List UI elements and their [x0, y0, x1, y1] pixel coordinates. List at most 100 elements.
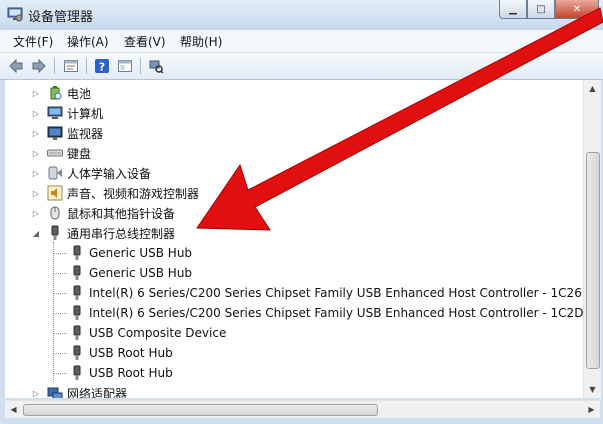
usb-device-label: Generic USB Hub — [89, 266, 193, 280]
scroll-right-arrow-icon[interactable]: ▶ — [583, 401, 600, 418]
back-icon — [9, 58, 23, 74]
scan-hardware-icon — [149, 60, 164, 74]
usb-device-icon — [73, 305, 81, 320]
forward-button[interactable] — [29, 56, 49, 76]
usb-device-item[interactable]: Generic USB Hub — [69, 263, 192, 283]
tree-connector — [53, 293, 67, 294]
tree-connector — [53, 353, 67, 354]
expand-arrow-icon[interactable]: ▷ — [31, 163, 41, 183]
menu-view[interactable]: 查看(V) — [124, 33, 166, 50]
menu-action[interactable]: 操作(A) — [67, 33, 109, 50]
tree-item-network-adapters[interactable]: ▷ 网络适配器 — [31, 383, 127, 398]
expand-arrow-icon[interactable]: ▷ — [31, 203, 41, 223]
maximize-button[interactable]: □ — [527, 0, 555, 19]
scroll-left-arrow-icon[interactable]: ◀ — [5, 401, 22, 418]
help-button[interactable]: ? — [92, 56, 112, 76]
scroll-down-arrow-icon[interactable]: ▼ — [584, 381, 601, 398]
tree-item-sound[interactable]: ▷ 声音、视频和游戏控制器 — [31, 183, 199, 203]
mouse-icon — [50, 206, 60, 220]
tree-item-label: 人体学输入设备 — [67, 166, 152, 181]
properties-icon — [64, 60, 78, 72]
expand-arrow-icon[interactable]: ▷ — [31, 123, 41, 143]
tree-item-label: 电池 — [67, 86, 92, 101]
menu-help[interactable]: 帮助(H) — [180, 33, 222, 50]
toolbar-separator — [140, 58, 141, 74]
network-adapter-icon — [47, 387, 63, 398]
tree-item-usb-controllers[interactable]: ◢ 通用串行总线控制器 — [31, 223, 175, 243]
tree-connector — [53, 333, 67, 334]
minimize-button[interactable]: ▁ — [499, 0, 527, 19]
usb-device-label: Intel(R) 6 Series/C200 Series Chipset Fa… — [89, 306, 583, 320]
usb-icon — [51, 225, 59, 240]
usb-device-icon — [73, 265, 81, 280]
tree-item-keyboard[interactable]: ▷ 键盘 — [31, 143, 91, 163]
scan-hardware-button[interactable] — [146, 56, 166, 76]
minimize-icon: ▁ — [509, 3, 517, 15]
expand-arrow-icon[interactable]: ▷ — [31, 103, 41, 123]
tree-item-label: 键盘 — [67, 146, 92, 161]
tree-item-monitor[interactable]: ▷ 监视器 — [31, 123, 103, 143]
maximize-icon: □ — [536, 3, 546, 15]
device-manager-window: 设备管理器 ▁ □ ✕ 文件(F) 操作(A) 查看(V) 帮助(H) ? ▷ … — [0, 0, 603, 424]
tree-item-battery[interactable]: ▷ 电池 — [31, 83, 91, 103]
computer-icon — [47, 106, 63, 119]
tree-item-label: 通用串行总线控制器 — [67, 226, 176, 241]
toolbar-separator — [54, 58, 55, 74]
usb-device-item[interactable]: Generic USB Hub — [69, 243, 192, 263]
monitor-icon — [47, 126, 63, 140]
keyboard-icon — [47, 149, 63, 157]
expand-arrow-icon[interactable]: ▷ — [31, 143, 41, 163]
device-tree: ▷ 电池 ▷ 计算机 ▷ 监视器 ▷ 键盘 ▷ 人体学输入设备 ▷ 声音、视频和… — [5, 80, 583, 398]
usb-device-label: Intel(R) 6 Series/C200 Series Chipset Fa… — [89, 286, 582, 300]
usb-device-icon — [73, 365, 81, 380]
horizontal-scrollbar[interactable]: ◀ ▶ — [5, 400, 600, 418]
menu-file[interactable]: 文件(F) — [13, 33, 53, 50]
details-button[interactable] — [115, 56, 135, 76]
usb-device-item[interactable]: USB Composite Device — [69, 323, 226, 343]
usb-device-icon — [73, 325, 81, 340]
usb-device-label: USB Composite Device — [89, 326, 227, 340]
usb-device-item[interactable]: Intel(R) 6 Series/C200 Series Chipset Fa… — [69, 303, 583, 323]
tree-connector — [53, 242, 54, 382]
caption-buttons: ▁ □ ✕ — [499, 0, 599, 19]
details-icon — [118, 60, 132, 72]
tree-connector — [53, 253, 67, 254]
usb-device-label: Generic USB Hub — [89, 246, 193, 260]
sound-icon — [47, 185, 63, 201]
tree-item-label: 网络适配器 — [67, 386, 128, 399]
scroll-up-arrow-icon[interactable]: ▲ — [584, 80, 601, 97]
collapse-arrow-icon[interactable]: ◢ — [31, 223, 41, 243]
title-bar[interactable]: 设备管理器 ▁ □ ✕ — [0, 0, 603, 30]
tree-item-label: 监视器 — [67, 126, 104, 141]
tree-item-hid[interactable]: ▷ 人体学输入设备 — [31, 163, 151, 183]
usb-device-label: USB Root Hub — [89, 366, 173, 380]
tree-connector — [53, 273, 67, 274]
vertical-scrollbar[interactable]: ▲ ▼ — [583, 80, 601, 398]
close-icon: ✕ — [572, 3, 582, 15]
horizontal-scroll-thumb[interactable] — [23, 404, 378, 416]
battery-icon — [50, 86, 62, 100]
usb-device-item[interactable]: Intel(R) 6 Series/C200 Series Chipset Fa… — [69, 283, 582, 303]
tree-connector — [53, 373, 67, 374]
device-manager-app-icon — [7, 7, 23, 22]
menu-bar: 文件(F) 操作(A) 查看(V) 帮助(H) — [0, 30, 603, 53]
properties-button[interactable] — [61, 56, 81, 76]
usb-device-item[interactable]: USB Root Hub — [69, 343, 173, 363]
tree-item-computer[interactable]: ▷ 计算机 — [31, 103, 103, 123]
help-icon: ? — [95, 59, 109, 74]
back-button[interactable] — [6, 56, 26, 76]
tree-connector — [53, 313, 67, 314]
close-button[interactable]: ✕ — [555, 0, 599, 19]
tree-item-mouse[interactable]: ▷ 鼠标和其他指针设备 — [31, 203, 175, 223]
forward-icon — [32, 58, 46, 74]
expand-arrow-icon[interactable]: ▷ — [31, 183, 41, 203]
expand-arrow-icon[interactable]: ▷ — [31, 383, 41, 398]
usb-device-item[interactable]: USB Root Hub — [69, 363, 173, 383]
tree-item-label: 计算机 — [67, 106, 104, 121]
vertical-scroll-thumb[interactable] — [586, 152, 600, 369]
usb-device-icon — [73, 245, 81, 260]
expand-arrow-icon[interactable]: ▷ — [31, 83, 41, 103]
toolbar: ? — [0, 53, 603, 80]
window-title: 设备管理器 — [28, 10, 94, 25]
tree-item-label: 声音、视频和游戏控制器 — [67, 186, 200, 201]
